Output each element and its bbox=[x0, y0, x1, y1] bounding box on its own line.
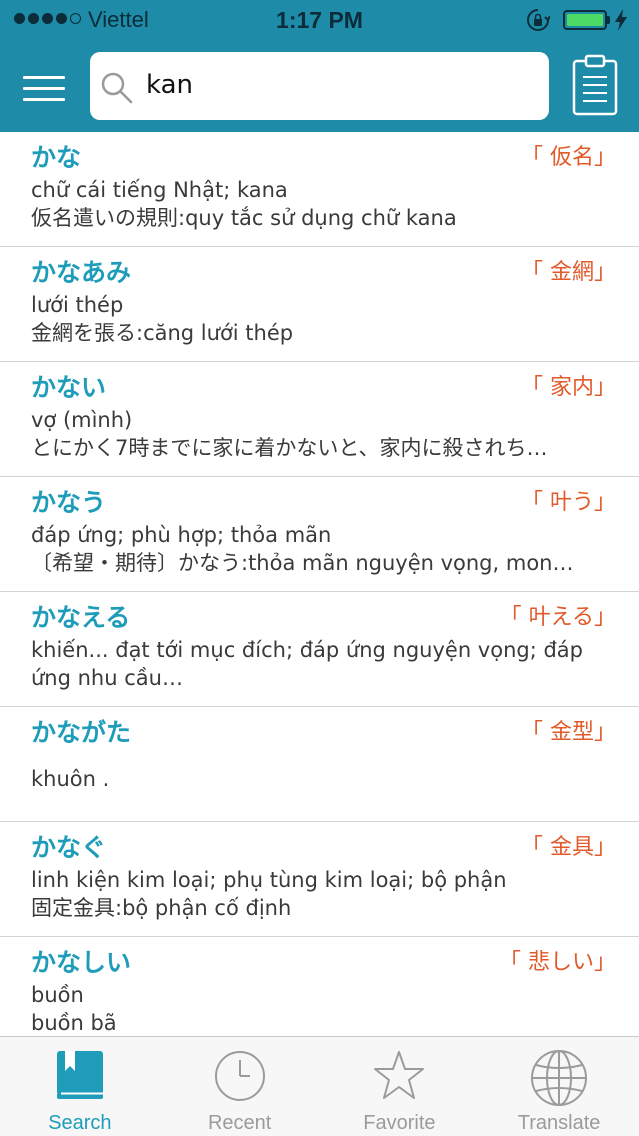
entry-word: かな bbox=[31, 143, 82, 172]
entry-example: buồn bã bbox=[31, 1011, 117, 1035]
entry-meaning: lưới thép bbox=[31, 293, 124, 317]
clock-icon bbox=[214, 1051, 265, 1101]
entry-meaning: chữ cái tiếng Nhật; kana bbox=[31, 178, 288, 202]
entry-meaning: khuôn . bbox=[31, 767, 110, 791]
entry-kanji: 「 金網」 bbox=[521, 260, 616, 285]
tab-bar: Search Recent Favorite Translate bbox=[0, 1036, 639, 1136]
entry-example: 〔希望・期待〕かなう:thỏa mãn nguyện vọng, mon… bbox=[31, 551, 574, 575]
search-input[interactable] bbox=[146, 62, 536, 108]
entry-word: かなぐ bbox=[31, 833, 107, 862]
tab-search[interactable]: Search bbox=[0, 1037, 160, 1136]
tab-favorite[interactable]: Favorite bbox=[320, 1037, 480, 1136]
battery-level bbox=[567, 14, 603, 26]
result-item[interactable]: かなしい 「 悲しい」 buồn buồn bã bbox=[0, 937, 639, 1036]
results-list[interactable]: かな 「 仮名」 chữ cái tiếng Nhật; kana 仮名遣いの規… bbox=[0, 132, 639, 1036]
entry-meaning: đáp ứng; phù hợp; thỏa mãn bbox=[31, 523, 332, 547]
entry-kanji: 「 金型」 bbox=[521, 720, 616, 745]
entry-kanji: 「 叶う」 bbox=[521, 490, 616, 515]
tab-label: Translate bbox=[517, 1112, 601, 1134]
charging-bolt-icon bbox=[615, 9, 627, 31]
result-item[interactable]: かなえる 「 叶える」 khiến... đạt tới mục đích; đ… bbox=[0, 592, 639, 707]
book-icon bbox=[56, 1051, 103, 1099]
tab-label: Search bbox=[48, 1112, 112, 1134]
entry-example: 固定金具:bộ phận cố định bbox=[31, 896, 292, 920]
hamburger-menu-icon[interactable] bbox=[23, 74, 65, 104]
result-item[interactable]: かなあみ 「 金網」 lưới thép 金網を張る:căng lưới thé… bbox=[0, 247, 639, 362]
search-box[interactable] bbox=[90, 52, 549, 120]
entry-word: かなう bbox=[31, 488, 107, 517]
result-item[interactable]: かなぐ 「 金具」 linh kiện kim loại; phụ tùng k… bbox=[0, 822, 639, 937]
result-item[interactable]: かなう 「 叶う」 đáp ứng; phù hợp; thỏa mãn 〔希望… bbox=[0, 477, 639, 592]
clipboard-icon[interactable] bbox=[571, 54, 619, 116]
entry-word: かない bbox=[31, 373, 107, 402]
entry-kanji: 「 家内」 bbox=[521, 375, 616, 400]
rotation-lock-icon bbox=[527, 9, 550, 31]
search-icon bbox=[101, 72, 133, 104]
entry-example: 仮名遣いの規則:quy tắc sử dụng chữ kana bbox=[31, 206, 457, 230]
star-icon bbox=[374, 1051, 425, 1099]
entry-meaning: buồn bbox=[31, 983, 84, 1007]
entry-meaning: khiến... đạt tới mục đích; đáp ứng nguyệ… bbox=[31, 638, 583, 690]
tab-translate[interactable]: Translate bbox=[479, 1037, 639, 1136]
status-bar: Viettel 1:17 PM bbox=[0, 0, 639, 40]
tab-recent[interactable]: Recent bbox=[160, 1037, 320, 1136]
battery-icon bbox=[563, 10, 607, 30]
entry-meaning: vợ (mình) bbox=[31, 408, 133, 432]
entry-word: かなしい bbox=[31, 948, 132, 977]
entry-kanji: 「 仮名」 bbox=[521, 145, 616, 170]
result-item[interactable]: かながた 「 金型」 khuôn . bbox=[0, 707, 639, 822]
entry-word: かなえる bbox=[31, 603, 131, 632]
result-item[interactable]: かない 「 家内」 vợ (mình) とにかく7時までに家に着かないと、家内に… bbox=[0, 362, 639, 477]
entry-meaning: linh kiện kim loại; phụ tùng kim loại; b… bbox=[31, 868, 507, 892]
result-item[interactable]: かな 「 仮名」 chữ cái tiếng Nhật; kana 仮名遣いの規… bbox=[0, 132, 639, 247]
entry-word: かなあみ bbox=[31, 258, 132, 287]
entry-example: とにかく7時までに家に着かないと、家内に殺されち… bbox=[31, 436, 548, 460]
entry-kanji: 「 叶える」 bbox=[499, 605, 616, 630]
top-bar: Viettel 1:17 PM bbox=[0, 0, 639, 132]
tab-label: Favorite bbox=[363, 1112, 436, 1134]
entry-word: かながた bbox=[31, 718, 132, 747]
battery-tip bbox=[607, 16, 610, 24]
tab-label: Recent bbox=[207, 1112, 272, 1134]
entry-kanji: 「 悲しい」 bbox=[499, 950, 616, 975]
entry-example: 金網を張る:căng lưới thép bbox=[31, 321, 294, 345]
globe-icon bbox=[531, 1050, 588, 1106]
entry-kanji: 「 金具」 bbox=[521, 835, 616, 860]
